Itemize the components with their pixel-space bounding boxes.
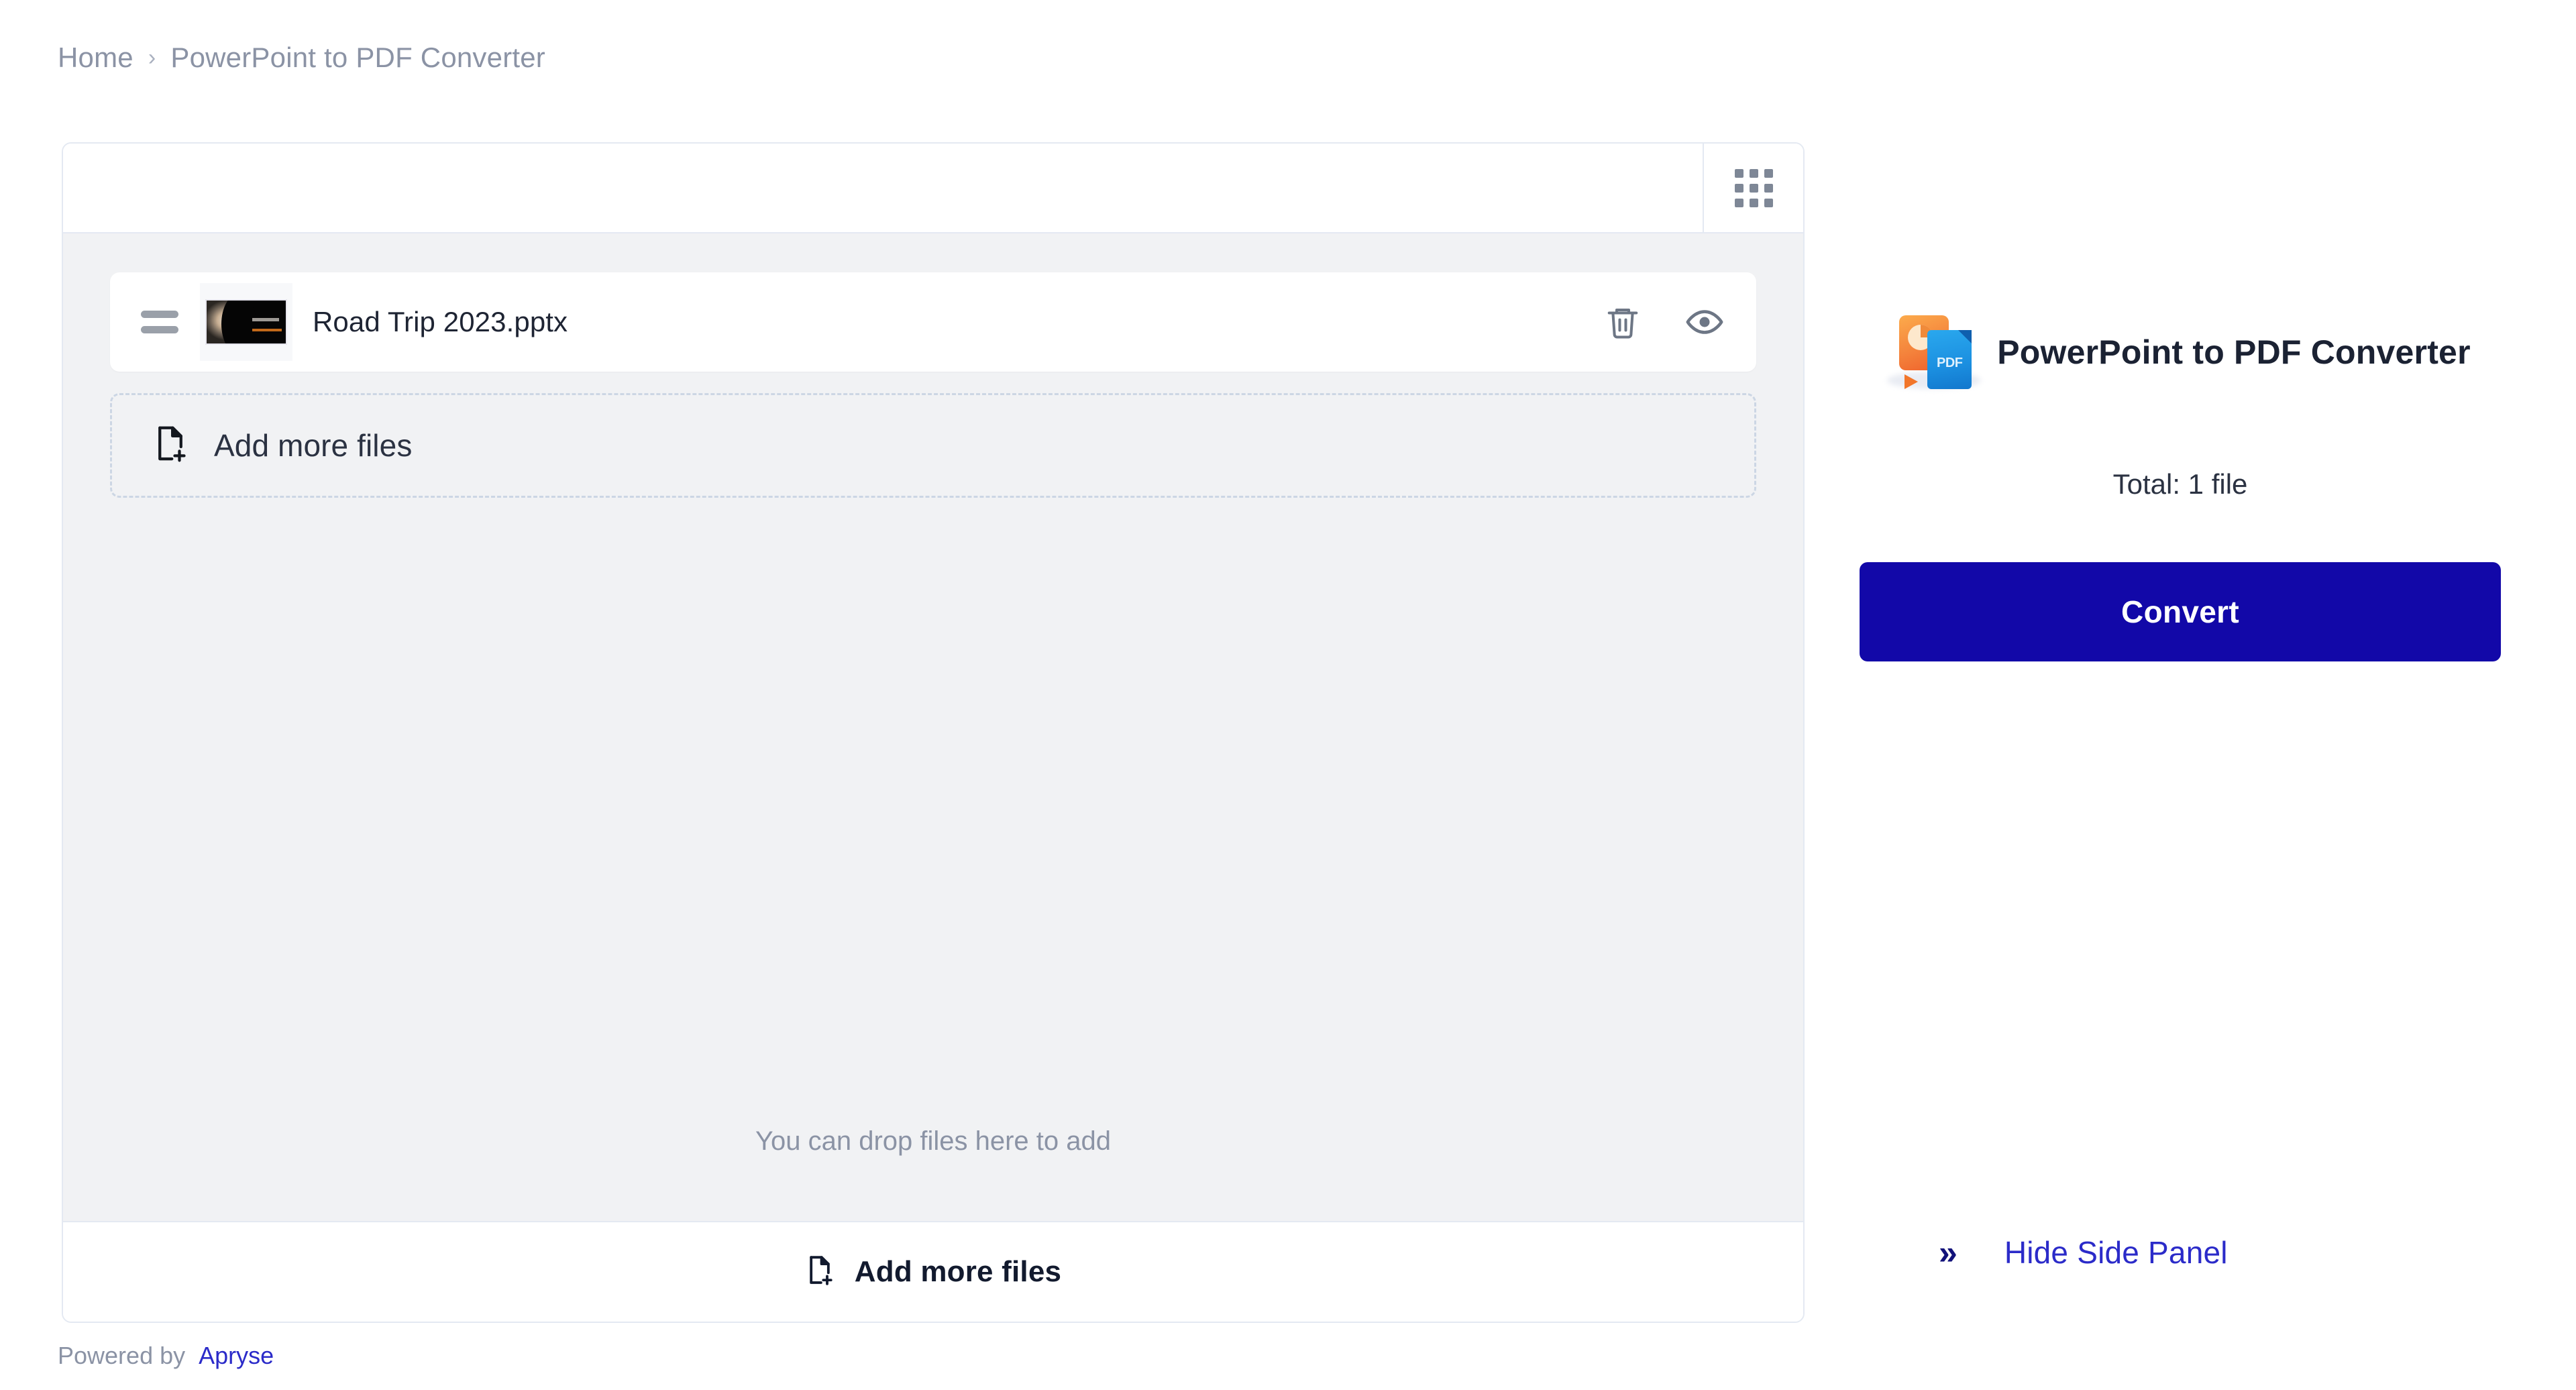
add-more-files-dropzone[interactable]: Add more files bbox=[110, 393, 1756, 498]
convert-button[interactable]: Convert bbox=[1860, 562, 2501, 661]
drag-handle-icon[interactable] bbox=[141, 302, 184, 342]
hide-side-panel-button[interactable]: » Hide Side Panel bbox=[1939, 1234, 2228, 1271]
file-name: Road Trip 2023.pptx bbox=[313, 306, 568, 337]
breadcrumb-current: PowerPoint to PDF Converter bbox=[170, 42, 545, 73]
apryse-brand-link[interactable]: Apryse bbox=[199, 1342, 274, 1370]
trash-icon[interactable] bbox=[1605, 303, 1641, 341]
dropzone-label: Add more files bbox=[214, 428, 413, 463]
file-list-area[interactable]: Road Trip 2023.pptx Add more files You c… bbox=[63, 233, 1803, 1221]
side-panel: P PDF PowerPoint to PDF Converter Total:… bbox=[1838, 142, 2522, 1323]
grid-view-button[interactable] bbox=[1704, 144, 1803, 232]
powered-by-label: Powered by bbox=[58, 1342, 186, 1369]
file-manager-card: Road Trip 2023.pptx Add more files You c… bbox=[62, 142, 1805, 1323]
chevron-double-right-icon: » bbox=[1939, 1234, 1957, 1271]
side-panel-header: P PDF PowerPoint to PDF Converter bbox=[1887, 311, 2471, 393]
breadcrumb-home-link[interactable]: Home bbox=[58, 42, 133, 74]
eye-icon[interactable] bbox=[1685, 303, 1724, 341]
pdf-badge-label: PDF bbox=[1937, 356, 1963, 370]
drop-hint-text: You can drop files here to add bbox=[755, 1126, 1112, 1156]
row-actions bbox=[1605, 303, 1724, 341]
breadcrumb-separator-icon: › bbox=[148, 44, 156, 70]
file-thumbnail bbox=[200, 283, 292, 361]
page-title: PowerPoint to PDF Converter bbox=[1997, 333, 2471, 371]
hide-side-panel-label: Hide Side Panel bbox=[2004, 1235, 2228, 1270]
grid-view-icon bbox=[1734, 168, 1773, 207]
breadcrumb: Home › PowerPoint to PDF Converter bbox=[58, 42, 545, 74]
powerpoint-to-pdf-icon: P PDF bbox=[1887, 311, 1982, 393]
add-more-files-label: Add more files bbox=[854, 1255, 1062, 1288]
total-files-count: Total: 1 file bbox=[2112, 468, 2248, 500]
footer: Powered by Apryse bbox=[58, 1342, 274, 1370]
file-add-icon bbox=[805, 1253, 835, 1291]
toolbar bbox=[63, 144, 1803, 233]
table-row[interactable]: Road Trip 2023.pptx bbox=[110, 272, 1756, 372]
add-more-files-button[interactable]: Add more files bbox=[63, 1221, 1803, 1322]
file-add-icon bbox=[152, 423, 189, 468]
